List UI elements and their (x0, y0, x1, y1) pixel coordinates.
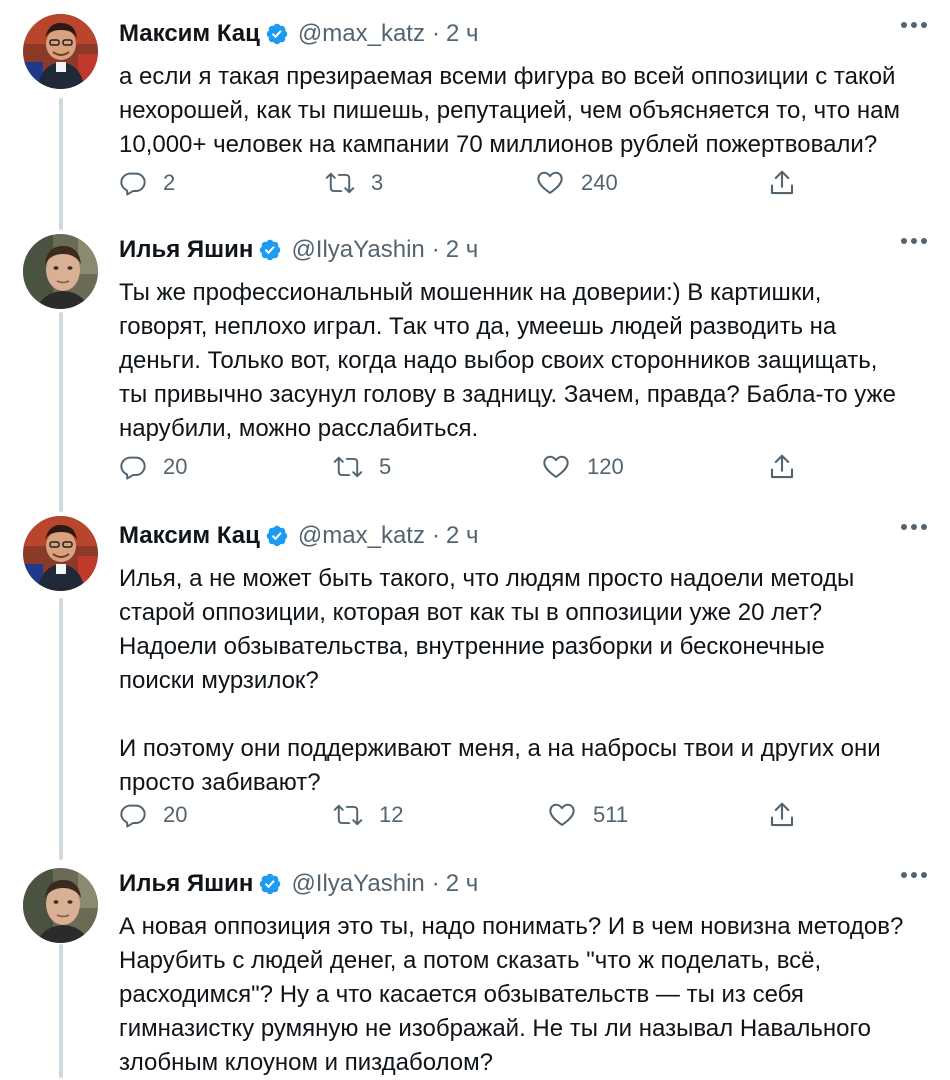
author-name[interactable]: Илья Яшин (119, 870, 253, 898)
share-icon (770, 802, 794, 827)
thread-line (59, 944, 63, 1078)
tweet-line: гимназистку румяную не изображай. Не ты … (119, 1015, 872, 1042)
verified-badge-icon (258, 238, 282, 262)
reply-count: 20 (163, 802, 188, 827)
author-handle[interactable]: @IlyaYashin (291, 870, 424, 898)
reply-button[interactable]: 20 (119, 450, 187, 484)
author-name[interactable]: Максим Кац (119, 20, 260, 48)
like-button[interactable]: 120 (541, 450, 624, 484)
timestamp[interactable]: 2 ч (446, 236, 479, 264)
like-icon (543, 455, 569, 478)
tweet-line: нарубили, можно расслабиться. (119, 415, 479, 442)
like-count: 511 (593, 802, 629, 827)
tweet-text: Ты же профессиональный мошенник на довер… (119, 276, 929, 446)
tweet-line: просто забивают? (119, 769, 321, 796)
author-name[interactable]: Илья Яшин (119, 236, 253, 264)
retweet-icon (333, 804, 363, 826)
thread-line (59, 598, 63, 860)
tweet-line: старой оппозиции, которая вот как ты в о… (119, 599, 823, 626)
tweet-line: Нарубить с людей денег, а потом сказать … (119, 947, 822, 974)
like-count: 120 (587, 454, 624, 479)
share-button[interactable] (767, 166, 797, 200)
tweet-line: 10,000+ человек на кампании 70 миллионов… (119, 131, 878, 158)
verified-badge-icon (258, 872, 282, 896)
verified-badge-icon (265, 524, 289, 548)
tweet-line: расходимся"? Ну а что касается обзывател… (119, 981, 804, 1008)
author-name[interactable]: Максим Кац (119, 522, 260, 550)
tweet-line: А новая оппозиция это ты, надо понимать?… (119, 913, 904, 940)
avatar-max-katz (23, 516, 98, 591)
reply-count: 2 (163, 170, 176, 195)
retweet-icon (333, 456, 363, 478)
timestamp[interactable]: 2 ч (446, 522, 479, 550)
avatar[interactable] (23, 516, 98, 591)
like-count: 240 (581, 170, 618, 195)
action-bar: 20 5 120 (119, 450, 809, 484)
timestamp[interactable]: 2 ч (446, 20, 479, 48)
reply-button[interactable]: 2 (119, 166, 175, 200)
retweet-count: 3 (371, 170, 384, 195)
reply-icon (120, 804, 146, 828)
tweet-line: злобным клоуном и пиздаболом? (119, 1049, 494, 1076)
retweet-count: 5 (379, 454, 392, 479)
tweet-line: ты привычно засунул голову в задницу. За… (119, 381, 896, 408)
separator-dot: · (431, 522, 440, 549)
retweet-button[interactable]: 3 (325, 166, 383, 200)
tweet-header: Илья Яшин @IlyaYashin · 2 ч (119, 230, 478, 270)
separator-dot: · (431, 236, 440, 263)
tweet-line: а если я такая презираемая всеми фигура … (119, 63, 896, 90)
tweet-line: нехорошей, как ты пишешь, репутацией, че… (119, 97, 900, 124)
more-options-icon[interactable] (901, 872, 927, 878)
thread-line (59, 98, 63, 230)
tweet-header: Максим Кац @max_katz · 2 ч (119, 14, 479, 54)
reply-icon (120, 456, 146, 480)
retweet-button[interactable]: 12 (333, 798, 403, 832)
share-icon (770, 170, 794, 195)
separator-dot: · (431, 20, 440, 47)
retweet-icon (325, 172, 355, 194)
reply-icon (120, 172, 146, 196)
tweet-line: Илья, а не может быть такого, что людям … (119, 565, 855, 592)
tweet-line: деньги. Только вот, когда надо выбор сво… (119, 347, 878, 374)
author-handle[interactable]: @IlyaYashin (291, 236, 424, 264)
avatar-ilya-yashin (23, 868, 98, 943)
more-options-icon[interactable] (901, 22, 927, 28)
share-icon (770, 454, 794, 479)
tweet-header: Илья Яшин @IlyaYashin · 2 ч (119, 864, 478, 904)
like-icon (537, 171, 563, 194)
share-button[interactable] (767, 450, 797, 484)
tweet-line: говорят, неплохо играл. Так что да, умее… (119, 313, 837, 340)
like-button[interactable]: 511 (547, 798, 628, 832)
reply-button[interactable]: 20 (119, 798, 187, 832)
verified-badge-icon (265, 22, 289, 46)
thread-line (59, 312, 63, 512)
tweet-text: Илья, а не может быть такого, что людям … (119, 562, 929, 800)
share-button[interactable] (767, 798, 797, 832)
tweet-text: а если я такая презираемая всеми фигура … (119, 60, 929, 162)
author-handle[interactable]: @max_katz (298, 522, 425, 550)
avatar[interactable] (23, 234, 98, 309)
tweet-line: Надоели обзывательства, внутренние разбо… (119, 633, 825, 660)
timestamp[interactable]: 2 ч (446, 870, 479, 898)
tweet-line: И поэтому они поддерживают меня, а на на… (119, 735, 881, 762)
like-icon (549, 803, 575, 826)
tweet-line: поиски мурзилок? (119, 667, 319, 694)
author-handle[interactable]: @max_katz (298, 20, 425, 48)
separator-dot: · (431, 870, 440, 897)
tweet-text: А новая оппозиция это ты, надо понимать?… (119, 910, 929, 1080)
like-button[interactable]: 240 (535, 166, 618, 200)
avatar[interactable] (23, 868, 98, 943)
avatar-max-katz (23, 14, 98, 89)
reply-count: 20 (163, 454, 188, 479)
action-bar: 2 3 240 (119, 166, 809, 200)
more-options-icon[interactable] (901, 524, 927, 530)
tweet-line: Ты же профессиональный мошенник на довер… (119, 279, 822, 306)
more-options-icon[interactable] (901, 238, 927, 244)
retweet-button[interactable]: 5 (333, 450, 391, 484)
avatar[interactable] (23, 14, 98, 89)
avatar-ilya-yashin (23, 234, 98, 309)
tweet-header: Максим Кац @max_katz · 2 ч (119, 516, 479, 556)
retweet-count: 12 (379, 802, 404, 827)
action-bar: 20 12 511 (119, 798, 809, 832)
